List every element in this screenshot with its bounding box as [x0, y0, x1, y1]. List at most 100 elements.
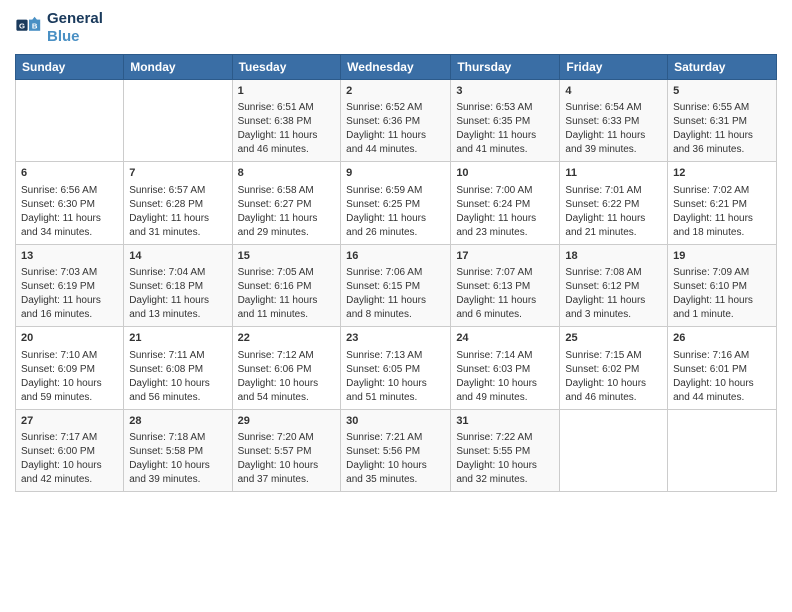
day-info: Sunrise: 7:16 AM — [673, 349, 771, 363]
day-info: Sunrise: 6:55 AM — [673, 101, 771, 115]
svg-text:G: G — [19, 22, 25, 31]
day-info: Sunset: 6:08 PM — [129, 363, 226, 377]
page-container: G B General Blue SundayMondayTuesdayWedn… — [0, 0, 792, 502]
calendar-cell: 3Sunrise: 6:53 AMSunset: 6:35 PMDaylight… — [451, 80, 560, 162]
calendar-cell: 22Sunrise: 7:12 AMSunset: 6:06 PMDayligh… — [232, 327, 341, 409]
day-number: 14 — [129, 249, 226, 264]
day-info: Sunrise: 7:11 AM — [129, 349, 226, 363]
day-number: 5 — [673, 84, 771, 99]
day-number: 7 — [129, 166, 226, 181]
day-info: Sunset: 6:22 PM — [565, 198, 662, 212]
day-info: Sunrise: 6:56 AM — [21, 184, 118, 198]
calendar-cell: 27Sunrise: 7:17 AMSunset: 6:00 PMDayligh… — [16, 409, 124, 491]
header-sunday: Sunday — [16, 55, 124, 80]
day-info: Daylight: 10 hours and 42 minutes. — [21, 459, 118, 487]
day-info: Sunset: 6:35 PM — [456, 115, 554, 129]
calendar-cell: 13Sunrise: 7:03 AMSunset: 6:19 PMDayligh… — [16, 244, 124, 326]
calendar-cell: 9Sunrise: 6:59 AMSunset: 6:25 PMDaylight… — [341, 162, 451, 244]
day-number: 31 — [456, 414, 554, 429]
day-info: Sunrise: 7:20 AM — [238, 431, 336, 445]
calendar-cell: 18Sunrise: 7:08 AMSunset: 6:12 PMDayligh… — [560, 244, 668, 326]
week-row-3: 20Sunrise: 7:10 AMSunset: 6:09 PMDayligh… — [16, 327, 777, 409]
logo: G B General Blue — [15, 10, 103, 46]
day-info: Sunset: 6:38 PM — [238, 115, 336, 129]
calendar-cell: 19Sunrise: 7:09 AMSunset: 6:10 PMDayligh… — [668, 244, 777, 326]
day-info: Daylight: 11 hours and 31 minutes. — [129, 212, 226, 240]
day-info: Daylight: 11 hours and 6 minutes. — [456, 294, 554, 322]
day-number: 1 — [238, 84, 336, 99]
day-info: Sunset: 5:58 PM — [129, 445, 226, 459]
day-number: 8 — [238, 166, 336, 181]
calendar-cell: 5Sunrise: 6:55 AMSunset: 6:31 PMDaylight… — [668, 80, 777, 162]
week-row-1: 6Sunrise: 6:56 AMSunset: 6:30 PMDaylight… — [16, 162, 777, 244]
day-info: Sunset: 6:15 PM — [346, 280, 445, 294]
day-info: Daylight: 11 hours and 23 minutes. — [456, 212, 554, 240]
day-number: 11 — [565, 166, 662, 181]
day-number: 27 — [21, 414, 118, 429]
day-info: Daylight: 11 hours and 26 minutes. — [346, 212, 445, 240]
day-number: 9 — [346, 166, 445, 181]
day-number: 19 — [673, 249, 771, 264]
day-number: 4 — [565, 84, 662, 99]
day-info: Sunset: 6:01 PM — [673, 363, 771, 377]
day-info: Sunset: 6:36 PM — [346, 115, 445, 129]
day-number: 23 — [346, 331, 445, 346]
day-info: Daylight: 11 hours and 3 minutes. — [565, 294, 662, 322]
header-wednesday: Wednesday — [341, 55, 451, 80]
day-info: Sunrise: 7:03 AM — [21, 266, 118, 280]
day-number: 2 — [346, 84, 445, 99]
day-info: Daylight: 11 hours and 44 minutes. — [346, 129, 445, 157]
calendar-cell: 16Sunrise: 7:06 AMSunset: 6:15 PMDayligh… — [341, 244, 451, 326]
day-number: 22 — [238, 331, 336, 346]
day-info: Sunset: 6:18 PM — [129, 280, 226, 294]
day-info: Sunrise: 7:17 AM — [21, 431, 118, 445]
day-info: Daylight: 10 hours and 39 minutes. — [129, 459, 226, 487]
header-saturday: Saturday — [668, 55, 777, 80]
calendar-cell: 17Sunrise: 7:07 AMSunset: 6:13 PMDayligh… — [451, 244, 560, 326]
day-info: Sunset: 5:56 PM — [346, 445, 445, 459]
day-info: Sunrise: 6:58 AM — [238, 184, 336, 198]
day-info: Sunrise: 7:08 AM — [565, 266, 662, 280]
day-info: Sunset: 6:21 PM — [673, 198, 771, 212]
svg-text:B: B — [32, 22, 38, 31]
day-info: Daylight: 10 hours and 37 minutes. — [238, 459, 336, 487]
week-row-0: 1Sunrise: 6:51 AMSunset: 6:38 PMDaylight… — [16, 80, 777, 162]
day-info: Daylight: 10 hours and 56 minutes. — [129, 377, 226, 405]
week-row-4: 27Sunrise: 7:17 AMSunset: 6:00 PMDayligh… — [16, 409, 777, 491]
day-number: 26 — [673, 331, 771, 346]
calendar-cell: 15Sunrise: 7:05 AMSunset: 6:16 PMDayligh… — [232, 244, 341, 326]
day-info: Daylight: 11 hours and 11 minutes. — [238, 294, 336, 322]
header: G B General Blue — [15, 10, 777, 46]
day-info: Sunset: 6:27 PM — [238, 198, 336, 212]
day-info: Sunrise: 7:12 AM — [238, 349, 336, 363]
day-info: Daylight: 11 hours and 16 minutes. — [21, 294, 118, 322]
day-number: 28 — [129, 414, 226, 429]
day-info: Sunset: 6:06 PM — [238, 363, 336, 377]
calendar-cell: 31Sunrise: 7:22 AMSunset: 5:55 PMDayligh… — [451, 409, 560, 491]
calendar-cell: 14Sunrise: 7:04 AMSunset: 6:18 PMDayligh… — [124, 244, 232, 326]
calendar-table: SundayMondayTuesdayWednesdayThursdayFrid… — [15, 54, 777, 492]
header-monday: Monday — [124, 55, 232, 80]
calendar-cell: 2Sunrise: 6:52 AMSunset: 6:36 PMDaylight… — [341, 80, 451, 162]
day-info: Sunrise: 7:09 AM — [673, 266, 771, 280]
day-info: Daylight: 11 hours and 18 minutes. — [673, 212, 771, 240]
day-info: Sunset: 5:57 PM — [238, 445, 336, 459]
day-info: Daylight: 10 hours and 51 minutes. — [346, 377, 445, 405]
calendar-cell — [560, 409, 668, 491]
day-info: Sunrise: 7:00 AM — [456, 184, 554, 198]
logo-text: General Blue — [47, 10, 103, 46]
day-info: Daylight: 11 hours and 21 minutes. — [565, 212, 662, 240]
day-number: 24 — [456, 331, 554, 346]
day-info: Daylight: 10 hours and 46 minutes. — [565, 377, 662, 405]
day-info: Sunrise: 7:13 AM — [346, 349, 445, 363]
day-info: Daylight: 10 hours and 35 minutes. — [346, 459, 445, 487]
day-number: 16 — [346, 249, 445, 264]
calendar-cell: 30Sunrise: 7:21 AMSunset: 5:56 PMDayligh… — [341, 409, 451, 491]
day-info: Sunrise: 7:14 AM — [456, 349, 554, 363]
day-number: 13 — [21, 249, 118, 264]
day-info: Sunrise: 6:54 AM — [565, 101, 662, 115]
day-info: Daylight: 10 hours and 32 minutes. — [456, 459, 554, 487]
calendar-cell: 26Sunrise: 7:16 AMSunset: 6:01 PMDayligh… — [668, 327, 777, 409]
day-info: Daylight: 10 hours and 49 minutes. — [456, 377, 554, 405]
calendar-cell: 10Sunrise: 7:00 AMSunset: 6:24 PMDayligh… — [451, 162, 560, 244]
